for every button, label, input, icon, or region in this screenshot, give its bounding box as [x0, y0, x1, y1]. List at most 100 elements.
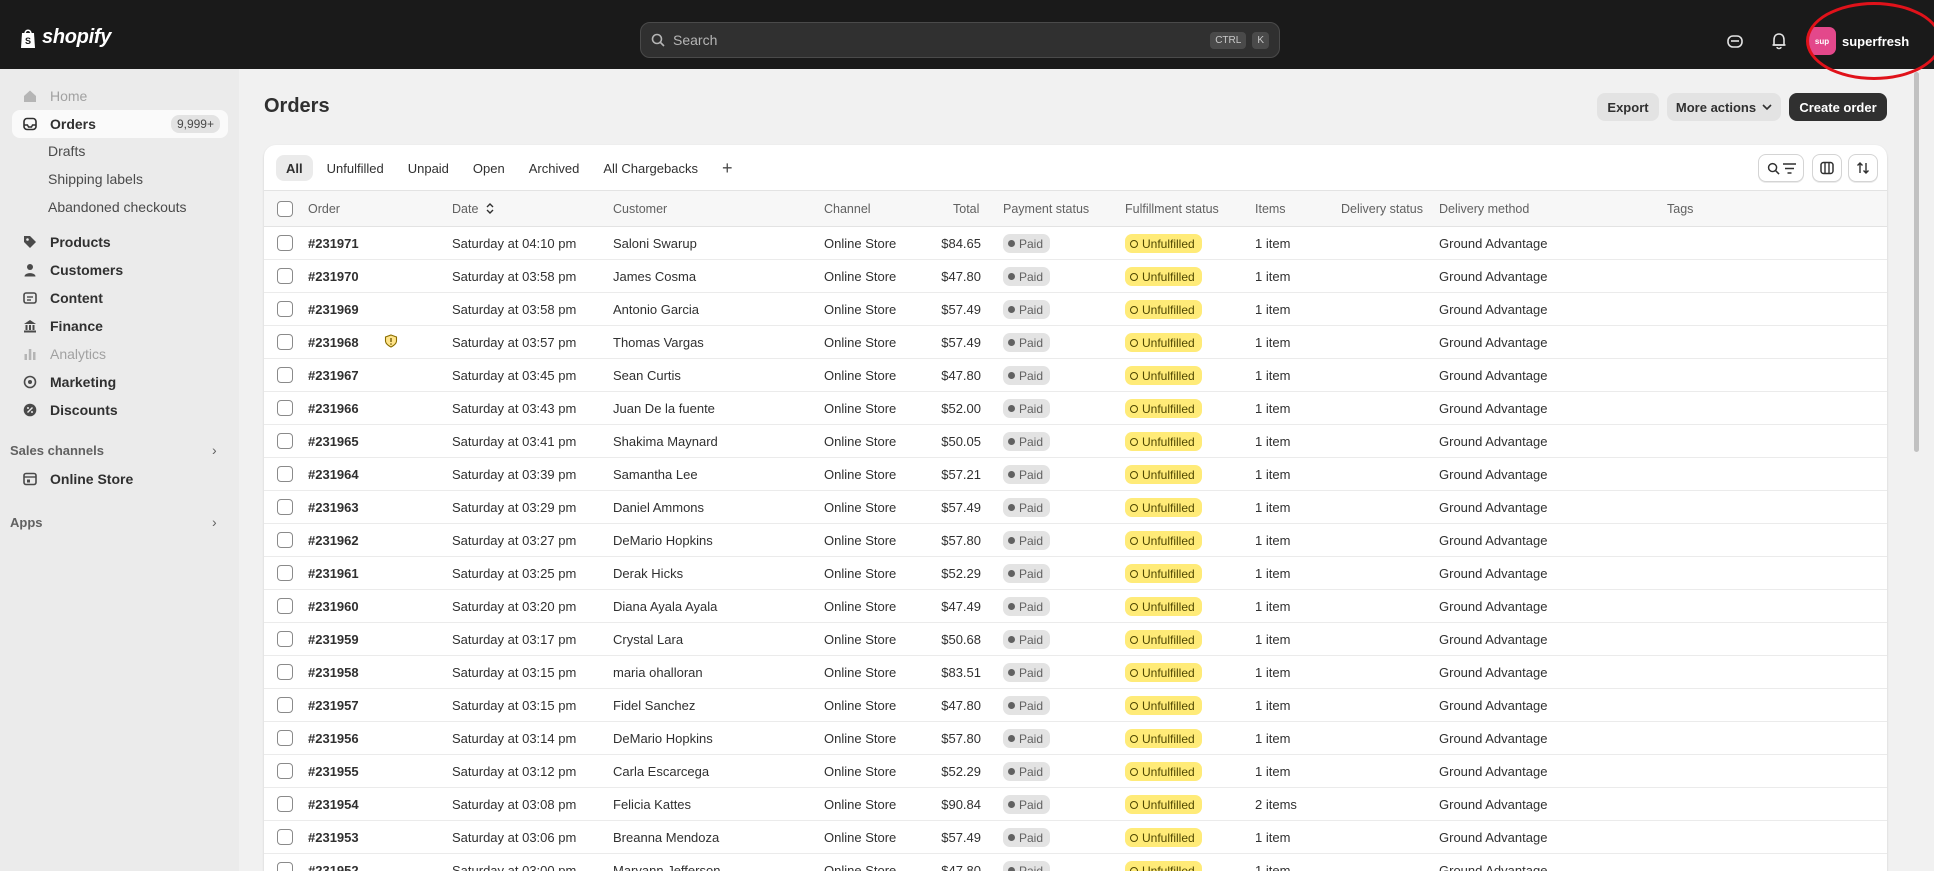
row-checkbox[interactable]: [277, 829, 293, 845]
sidebar-item-home[interactable]: Home: [12, 82, 228, 110]
order-items[interactable]: 1 item: [1255, 335, 1290, 350]
order-items[interactable]: 1 item: [1255, 863, 1290, 871]
column-date[interactable]: Date: [452, 202, 494, 216]
order-number[interactable]: #231952: [308, 863, 359, 871]
order-number[interactable]: #231957: [308, 698, 359, 713]
sales-channels-heading[interactable]: Sales channels: [10, 443, 104, 458]
order-items[interactable]: 1 item: [1255, 302, 1290, 317]
column-delivery-status[interactable]: Delivery status: [1341, 202, 1423, 216]
order-number[interactable]: #231967: [308, 368, 359, 383]
row-checkbox[interactable]: [277, 499, 293, 515]
sidebar-item-finance[interactable]: Finance: [12, 312, 228, 340]
order-number[interactable]: #231954: [308, 797, 359, 812]
table-row[interactable]: #231953 Saturday at 03:06 pm Breanna Mendo…: [264, 821, 1887, 854]
table-row[interactable]: #231967 Saturday at 03:45 pm Sean Curtis On…: [264, 359, 1887, 392]
tab-all[interactable]: All: [276, 155, 313, 181]
shopify-logo[interactable]: S shopify: [18, 26, 111, 49]
order-number[interactable]: #231969: [308, 302, 359, 317]
order-items[interactable]: 2 items: [1255, 797, 1297, 812]
order-number[interactable]: #231966: [308, 401, 359, 416]
column-tags[interactable]: Tags: [1667, 202, 1693, 216]
row-checkbox[interactable]: [277, 367, 293, 383]
table-row[interactable]: #231960 Saturday at 03:20 pm Diana Ayala A…: [264, 590, 1887, 623]
row-checkbox[interactable]: [277, 235, 293, 251]
table-row[interactable]: #231968 Saturday at 03:57 pm Thomas Vargas…: [264, 326, 1887, 359]
more-actions-button[interactable]: More actions: [1667, 93, 1781, 121]
sidebar-item-online-store[interactable]: Online Store: [12, 465, 228, 493]
row-checkbox[interactable]: [277, 763, 293, 779]
table-row[interactable]: #231959 Saturday at 03:17 pm Crystal Lara O…: [264, 623, 1887, 656]
sidebar-item-marketing[interactable]: Marketing: [12, 368, 228, 396]
order-number[interactable]: #231961: [308, 566, 359, 581]
order-items[interactable]: 1 item: [1255, 731, 1290, 746]
row-checkbox[interactable]: [277, 565, 293, 581]
order-number[interactable]: #231955: [308, 764, 359, 779]
table-row[interactable]: #231965 Saturday at 03:41 pm Shakima Mayna…: [264, 425, 1887, 458]
table-row[interactable]: #231971 Saturday at 04:10 pm Saloni Swarup…: [264, 227, 1887, 260]
apps-heading[interactable]: Apps: [10, 515, 43, 530]
column-delivery-method[interactable]: Delivery method: [1439, 202, 1529, 216]
risk-shield-icon[interactable]: [384, 334, 398, 348]
page-scrollbar[interactable]: [1914, 72, 1919, 452]
order-items[interactable]: 1 item: [1255, 269, 1290, 284]
row-checkbox[interactable]: [277, 334, 293, 350]
sidebar-item-discounts[interactable]: Discounts: [12, 396, 228, 424]
row-checkbox[interactable]: [277, 532, 293, 548]
table-row[interactable]: #231963 Saturday at 03:29 pm Daniel Ammons…: [264, 491, 1887, 524]
order-items[interactable]: 1 item: [1255, 698, 1290, 713]
sidebar-item-analytics[interactable]: Analytics: [12, 340, 228, 368]
order-items[interactable]: 1 item: [1255, 599, 1290, 614]
table-row[interactable]: #231952 Saturday at 03:00 pm Maryann Jeffe…: [264, 854, 1887, 871]
table-row[interactable]: #231966 Saturday at 03:43 pm Juan De la fu…: [264, 392, 1887, 425]
row-checkbox[interactable]: [277, 730, 293, 746]
order-items[interactable]: 1 item: [1255, 830, 1290, 845]
column-order[interactable]: Order: [308, 202, 340, 216]
table-row[interactable]: #231970 Saturday at 03:58 pm James Cosma On…: [264, 260, 1887, 293]
tab-unfulfilled[interactable]: Unfulfilled: [317, 155, 394, 181]
row-checkbox[interactable]: [277, 631, 293, 647]
order-number[interactable]: #231964: [308, 467, 359, 482]
tab-unpaid[interactable]: Unpaid: [398, 155, 459, 181]
bell-icon[interactable]: [1768, 30, 1790, 52]
export-button[interactable]: Export: [1597, 93, 1659, 121]
row-checkbox[interactable]: [277, 598, 293, 614]
row-checkbox[interactable]: [277, 301, 293, 317]
order-number[interactable]: #231968: [308, 335, 359, 350]
column-fulfillment-status[interactable]: Fulfillment status: [1125, 202, 1219, 216]
sidekick-icon[interactable]: [1724, 30, 1746, 52]
search-filter-button[interactable]: [1758, 154, 1804, 182]
search-input[interactable]: Search CTRL K: [640, 22, 1280, 58]
table-row[interactable]: #231964 Saturday at 03:39 pm Samantha Lee O…: [264, 458, 1887, 491]
order-items[interactable]: 1 item: [1255, 764, 1290, 779]
order-number[interactable]: #231962: [308, 533, 359, 548]
order-items[interactable]: 1 item: [1255, 500, 1290, 515]
row-checkbox[interactable]: [277, 697, 293, 713]
sort-button[interactable]: [1848, 154, 1878, 182]
row-checkbox[interactable]: [277, 862, 293, 871]
order-items[interactable]: 1 item: [1255, 368, 1290, 383]
sidebar-item-orders[interactable]: Orders 9,999+: [12, 110, 228, 138]
order-items[interactable]: 1 item: [1255, 566, 1290, 581]
table-row[interactable]: #231961 Saturday at 03:25 pm Derak Hicks On…: [264, 557, 1887, 590]
tab-all-chargebacks[interactable]: All Chargebacks: [593, 155, 708, 181]
sidebar-subitem-shipping-labels[interactable]: Shipping labels: [48, 171, 143, 187]
sidebar-subitem-drafts[interactable]: Drafts: [48, 143, 85, 159]
column-total[interactable]: Total: [953, 202, 979, 216]
order-number[interactable]: #231965: [308, 434, 359, 449]
chevron-right-icon[interactable]: ›: [212, 514, 217, 530]
add-view-icon[interactable]: +: [712, 155, 743, 181]
order-number[interactable]: #231959: [308, 632, 359, 647]
order-number[interactable]: #231963: [308, 500, 359, 515]
sidebar-item-customers[interactable]: Customers: [12, 256, 228, 284]
order-items[interactable]: 1 item: [1255, 632, 1290, 647]
order-items[interactable]: 1 item: [1255, 533, 1290, 548]
table-row[interactable]: #231955 Saturday at 03:12 pm Carla Escarce…: [264, 755, 1887, 788]
sidebar-item-products[interactable]: Products: [12, 228, 228, 256]
sidebar-subitem-abandoned-checkouts[interactable]: Abandoned checkouts: [48, 199, 187, 215]
order-items[interactable]: 1 item: [1255, 434, 1290, 449]
column-customer[interactable]: Customer: [613, 202, 667, 216]
sidebar-item-content[interactable]: Content: [12, 284, 228, 312]
order-items[interactable]: 1 item: [1255, 467, 1290, 482]
row-checkbox[interactable]: [277, 796, 293, 812]
table-row[interactable]: #231962 Saturday at 03:27 pm DeMario Hopki…: [264, 524, 1887, 557]
